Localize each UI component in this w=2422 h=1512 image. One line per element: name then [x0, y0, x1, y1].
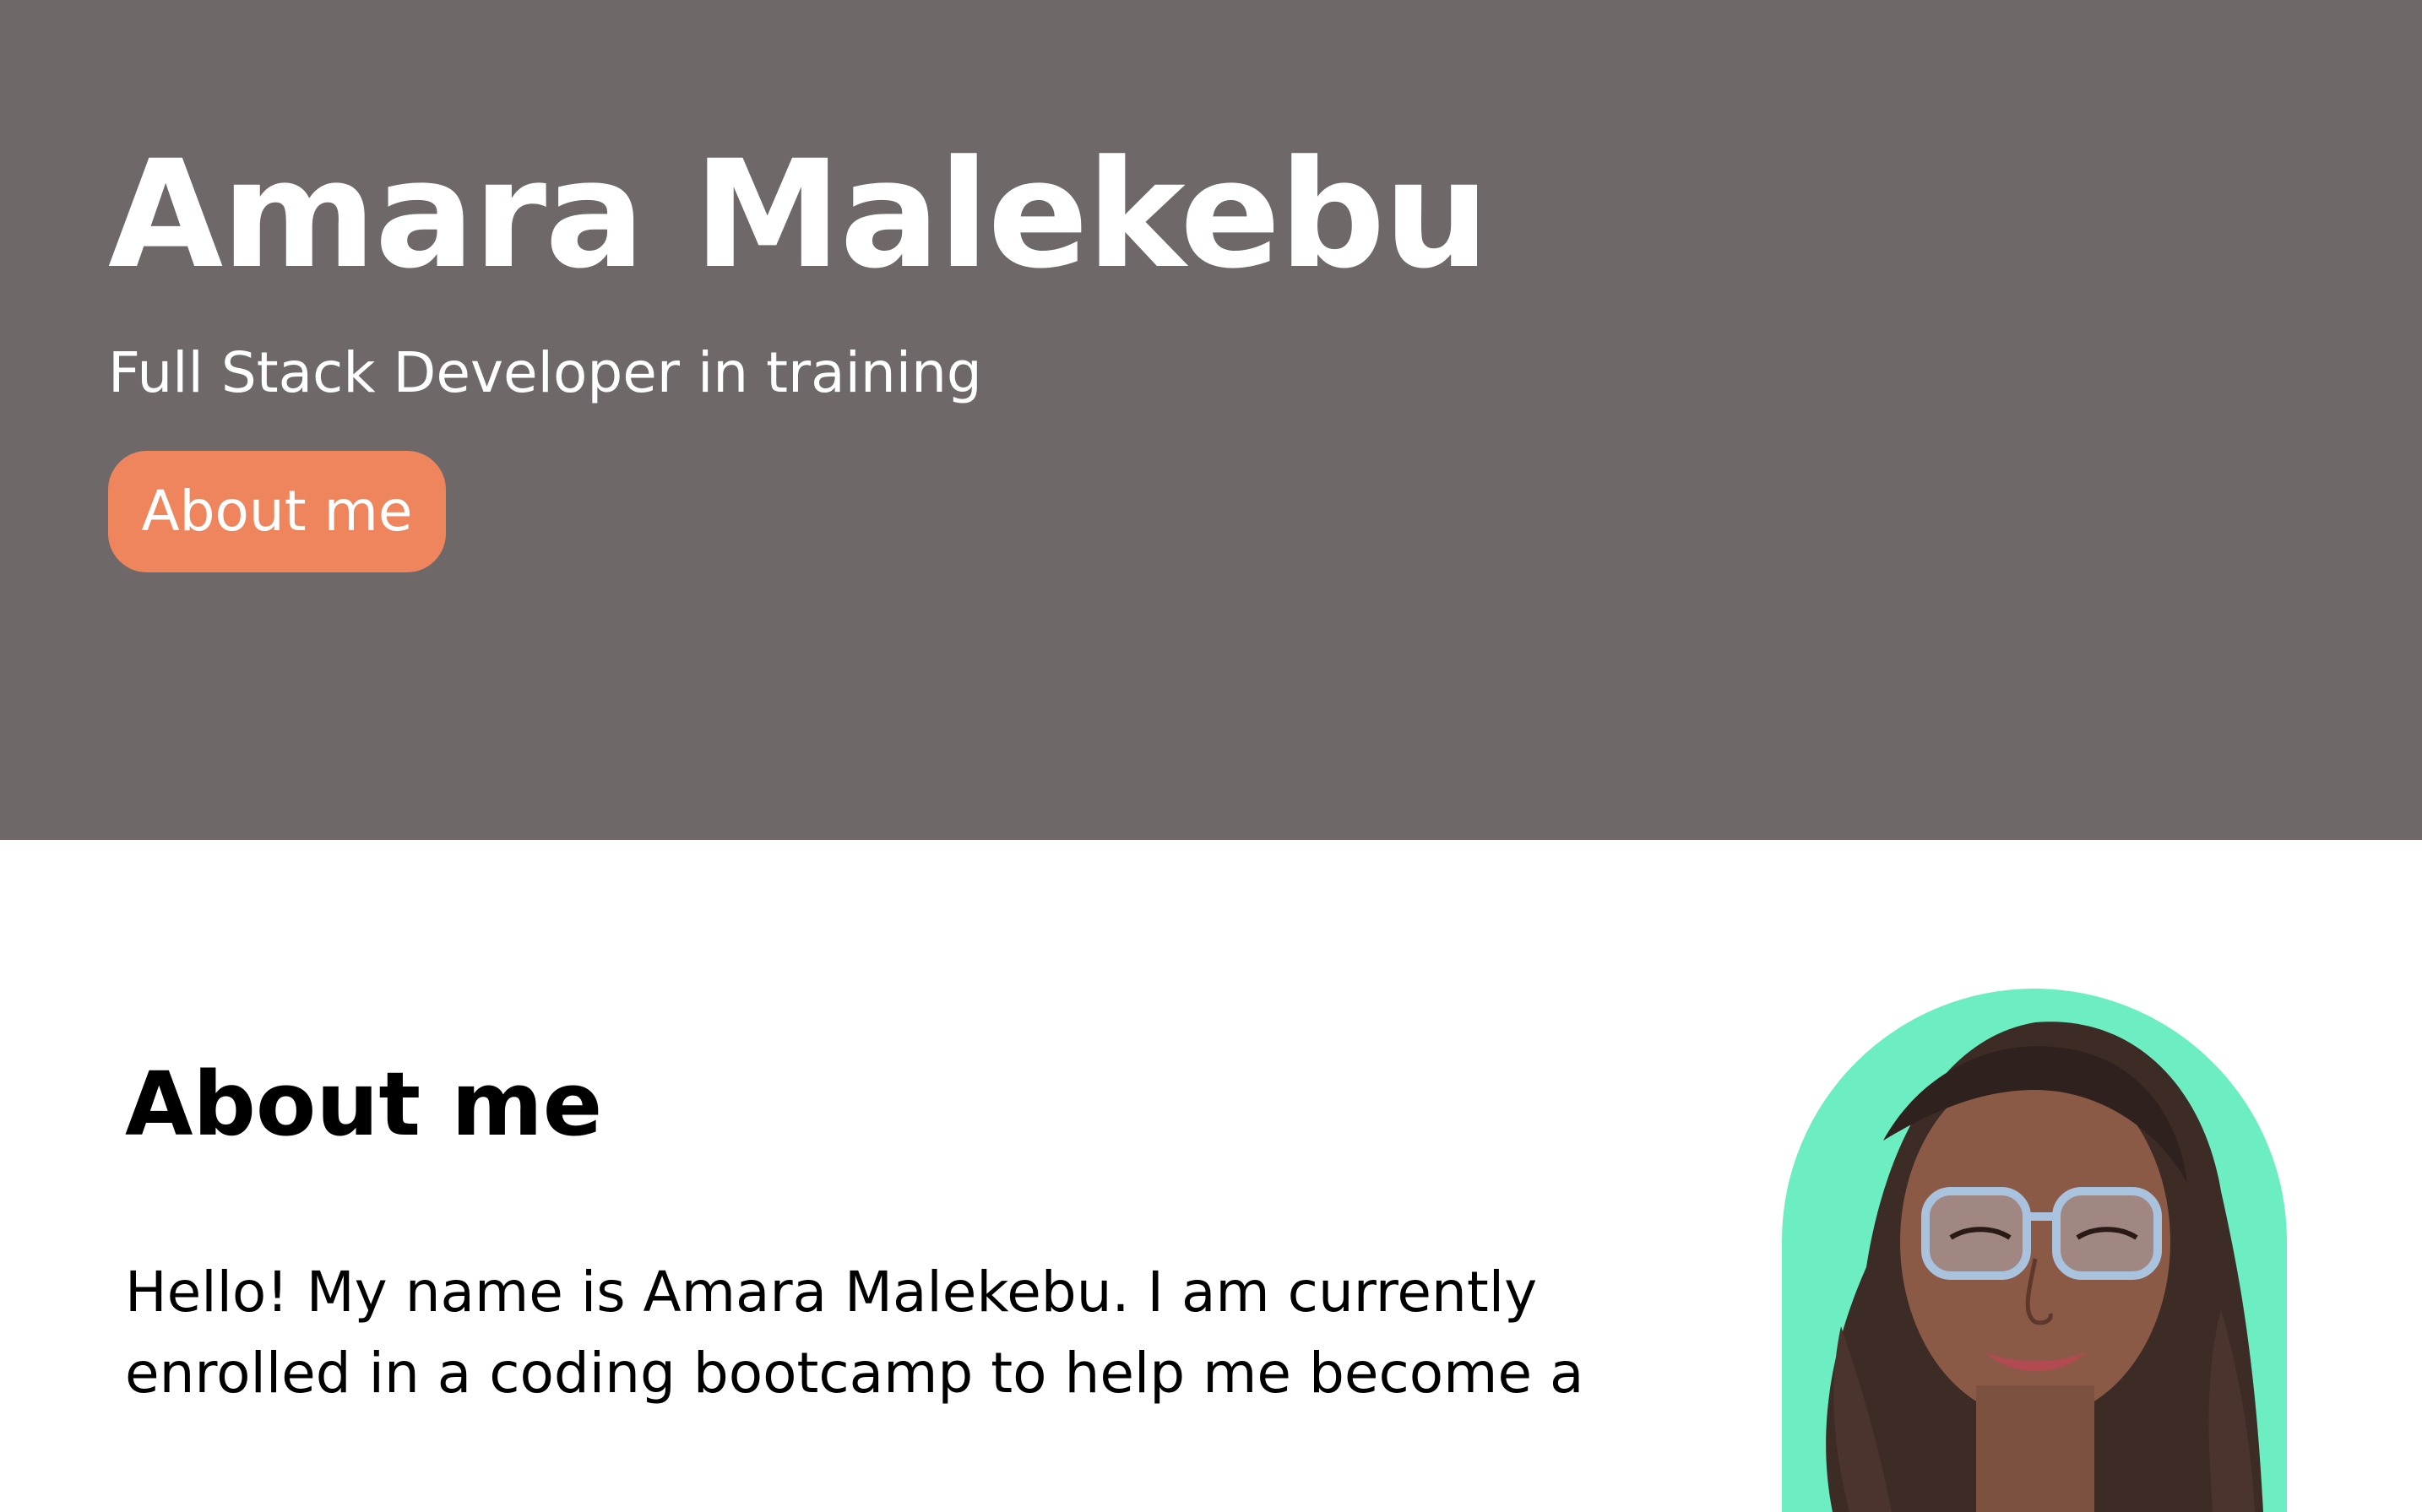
- about-section: About me Hello! My name is Amara Malekeb…: [0, 840, 2422, 1512]
- hero-section: Amara Malekebu Full Stack Developer in t…: [0, 0, 2422, 840]
- profile-photo: [1782, 989, 2287, 1512]
- about-me-button[interactable]: About me: [108, 451, 446, 572]
- hero-subtitle: Full Stack Developer in training: [108, 340, 982, 405]
- about-paragraph: Hello! My name is Amara Malekebu. I am c…: [125, 1260, 1584, 1406]
- hero-title: Amara Malekebu: [108, 128, 1490, 301]
- profile-photo-illustration: [1826, 1022, 2263, 1512]
- about-heading: About me: [125, 1053, 603, 1156]
